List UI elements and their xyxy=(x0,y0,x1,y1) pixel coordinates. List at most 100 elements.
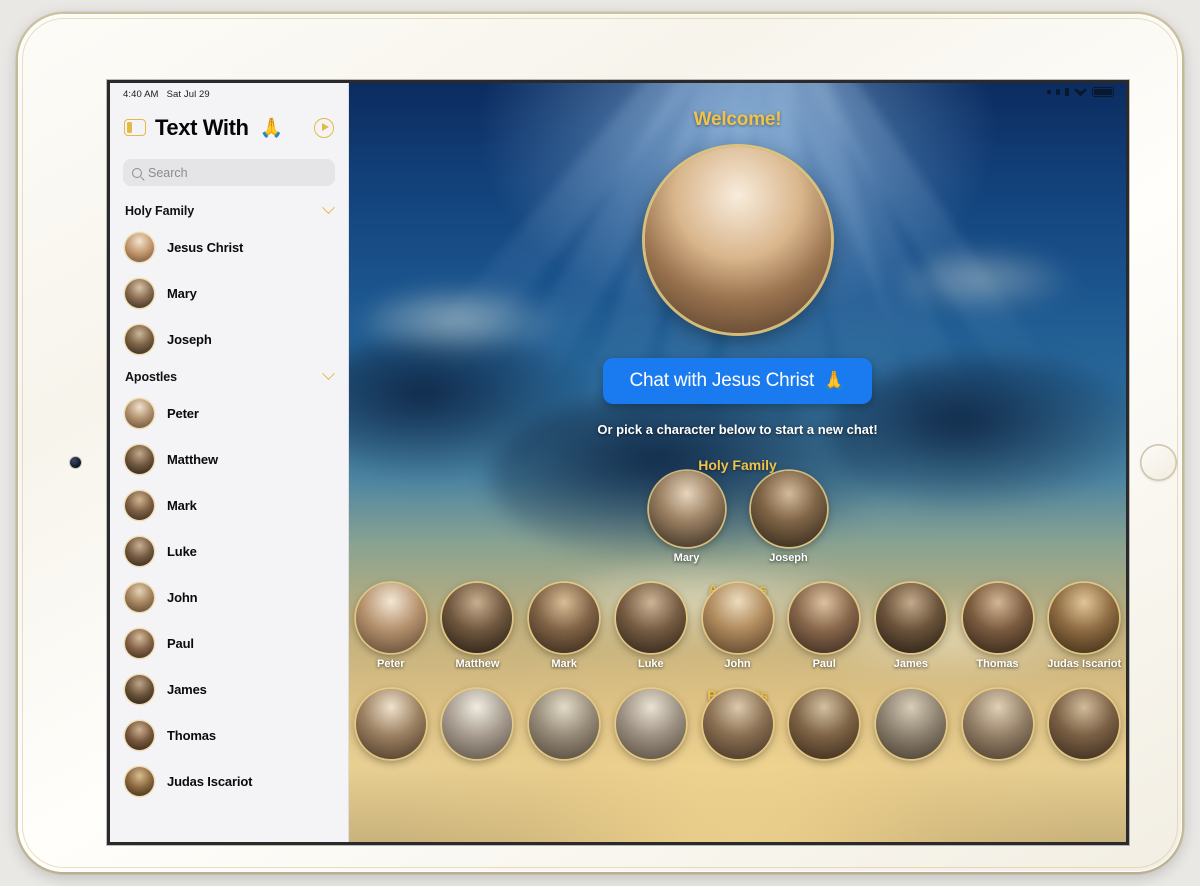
sidebar-item-judas-iscariot[interactable]: Judas Iscariot xyxy=(110,758,348,804)
character-card-prophet[interactable] xyxy=(869,689,953,759)
avatar xyxy=(648,471,725,547)
avatar xyxy=(125,324,154,354)
chevron-down-icon[interactable] xyxy=(322,367,335,381)
character-card-mark[interactable]: Mark xyxy=(522,583,606,670)
avatar xyxy=(125,674,154,704)
character-card-prophet[interactable] xyxy=(349,689,433,759)
sidebar-item-label: Jesus Christ xyxy=(167,239,244,255)
sidebar-item-label: Paul xyxy=(167,635,194,651)
avatar xyxy=(125,628,154,658)
sidebar-item-mark[interactable]: Mark xyxy=(110,482,348,528)
character-name: John xyxy=(724,658,751,670)
sidebar-item-jesus-christ[interactable]: Jesus Christ xyxy=(110,224,348,270)
signal-bar-icon xyxy=(1065,88,1069,96)
praying-hands-icon: 🙏 xyxy=(259,117,284,139)
character-card-matthew[interactable]: Matthew xyxy=(436,583,520,670)
pick-character-hint: Or pick a character below to start a new… xyxy=(597,422,878,437)
sidebar-item-label: John xyxy=(167,589,198,605)
sidebar-item-james[interactable]: James xyxy=(110,666,348,712)
avatar xyxy=(125,720,154,750)
character-name: Joseph xyxy=(769,552,808,564)
sidebar-item-label: Matthew xyxy=(167,451,218,467)
signal-bar-icon xyxy=(1047,90,1051,94)
sidebar: 4:40 AM Sat Jul 29 Text With 🙏 Search Ho… xyxy=(110,83,349,842)
avatar xyxy=(125,536,154,566)
character-grid-apostles: Peter Matthew Mark Luke John Paul James … xyxy=(349,583,1126,670)
avatar xyxy=(789,583,860,653)
character-card-prophet[interactable] xyxy=(609,689,693,759)
sidebar-item-label: Mark xyxy=(167,497,197,513)
sidebar-search-wrap: Search xyxy=(110,147,348,196)
sidebar-item-mary[interactable]: Mary xyxy=(110,270,348,316)
character-card-prophet[interactable] xyxy=(956,689,1040,759)
hero-avatar-jesus[interactable] xyxy=(644,147,831,333)
character-card-luke[interactable]: Luke xyxy=(609,583,693,670)
character-name: Thomas xyxy=(976,658,1019,670)
avatar xyxy=(875,689,946,759)
sidebar-item-luke[interactable]: Luke xyxy=(110,528,348,574)
front-camera xyxy=(70,457,81,468)
avatar xyxy=(1049,689,1120,759)
app-title: Text With xyxy=(155,114,249,140)
character-card-john[interactable]: John xyxy=(696,583,780,670)
character-card-mary[interactable]: Mary xyxy=(641,471,733,564)
sidebar-item-thomas[interactable]: Thomas xyxy=(110,712,348,758)
avatar xyxy=(702,689,773,759)
sidebar-item-paul[interactable]: Paul xyxy=(110,620,348,666)
battery-icon xyxy=(1092,87,1114,97)
character-card-paul[interactable]: Paul xyxy=(782,583,866,670)
character-name: Peter xyxy=(377,658,405,670)
ipad-device-frame: 4:40 AM Sat Jul 29 Text With 🙏 Search Ho… xyxy=(18,14,1182,872)
avatar xyxy=(125,766,154,796)
character-name: Luke xyxy=(637,658,664,670)
character-name: Mary xyxy=(673,552,700,564)
status-bar-date: Sat Jul 29 xyxy=(166,89,210,100)
sidebar-item-matthew[interactable]: Matthew xyxy=(110,436,348,482)
character-card-joseph[interactable]: Joseph xyxy=(743,471,835,564)
sidebar-toggle-icon[interactable] xyxy=(124,119,146,136)
character-card-james[interactable]: James xyxy=(869,583,953,670)
tablet-screen: 4:40 AM Sat Jul 29 Text With 🙏 Search Ho… xyxy=(110,83,1126,842)
avatar xyxy=(875,583,946,653)
avatar xyxy=(702,583,773,653)
sidebar-group-apostles[interactable]: Apostles xyxy=(110,362,348,390)
history-play-icon[interactable] xyxy=(314,117,334,138)
character-name: Matthew xyxy=(455,658,500,670)
character-name: Mark xyxy=(551,658,577,670)
chat-with-jesus-button[interactable]: Chat with Jesus Christ 🙏 xyxy=(603,358,872,404)
avatar xyxy=(125,278,154,308)
character-card-prophet[interactable] xyxy=(1042,689,1126,759)
character-card-prophet[interactable] xyxy=(782,689,866,759)
chat-button-label: Chat with Jesus Christ xyxy=(629,370,815,391)
sidebar-list[interactable]: Holy Family Jesus Christ Mary Joseph Apo… xyxy=(110,196,348,842)
chevron-down-icon[interactable] xyxy=(322,201,335,215)
character-card-prophet[interactable] xyxy=(522,689,606,759)
character-grid-prophets xyxy=(349,689,1126,759)
search-input[interactable]: Search xyxy=(123,159,335,186)
sidebar-group-holy-family[interactable]: Holy Family xyxy=(110,196,348,224)
signal-bar-icon xyxy=(1056,89,1060,95)
avatar xyxy=(442,583,513,653)
search-placeholder: Search xyxy=(148,165,188,180)
avatar xyxy=(750,471,827,547)
avatar xyxy=(529,689,600,759)
character-card-judas-iscariot[interactable]: Judas Iscariot xyxy=(1042,583,1126,670)
sidebar-item-label: Peter xyxy=(167,405,199,421)
avatar xyxy=(125,398,154,428)
home-button[interactable] xyxy=(1140,444,1177,481)
sidebar-item-john[interactable]: John xyxy=(110,574,348,620)
avatar xyxy=(529,583,600,653)
sidebar-item-peter[interactable]: Peter xyxy=(110,390,348,436)
avatar xyxy=(962,583,1033,653)
search-icon xyxy=(132,167,142,178)
character-card-peter[interactable]: Peter xyxy=(349,583,433,670)
sidebar-item-joseph[interactable]: Joseph xyxy=(110,316,348,362)
sidebar-group-label: Holy Family xyxy=(125,203,195,218)
sidebar-item-label: Joseph xyxy=(167,331,212,347)
welcome-heading: Welcome! xyxy=(693,109,782,130)
status-bar-time: 4:40 AM xyxy=(123,89,159,100)
character-card-prophet[interactable] xyxy=(436,689,520,759)
character-card-thomas[interactable]: Thomas xyxy=(956,583,1040,670)
character-card-prophet[interactable] xyxy=(696,689,780,759)
sidebar-item-label: James xyxy=(167,681,207,697)
